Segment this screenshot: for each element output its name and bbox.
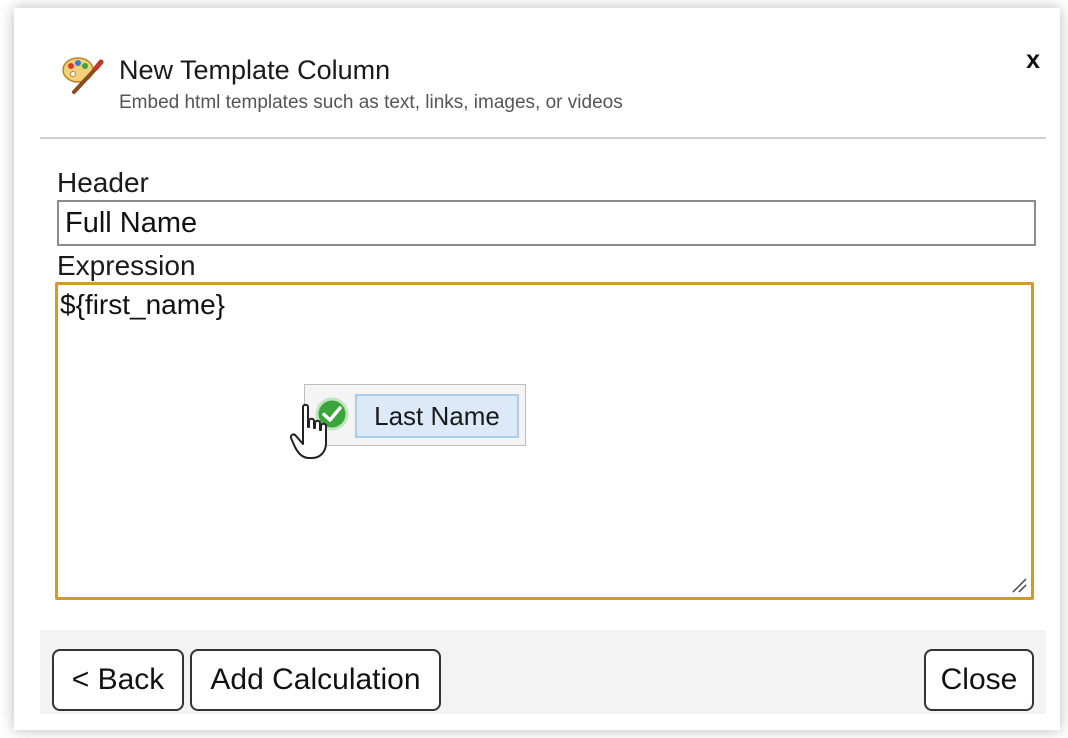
header-label: Header — [57, 167, 149, 198]
back-button[interactable]: < Back — [52, 649, 184, 711]
close-button[interactable]: Close — [924, 649, 1034, 711]
drag-token-label: Last Name — [355, 394, 519, 438]
palette-brush-icon — [62, 57, 104, 94]
expression-label: Expression — [57, 250, 196, 281]
drag-token-last-name[interactable]: Last Name — [289, 384, 526, 459]
add-calculation-button[interactable]: Add Calculation — [190, 649, 441, 711]
expression-text: ${first_name} — [60, 289, 225, 320]
new-template-column-dialog: New Template Column Embed html templates… — [40, 30, 1046, 720]
title-divider — [40, 137, 1046, 139]
dialog-footer: < Back Add Calculation Close — [40, 630, 1046, 714]
resize-grip-icon[interactable] — [1009, 575, 1027, 593]
dialog-subtitle: Embed html templates such as text, links… — [119, 92, 623, 113]
hand-cursor-icon — [289, 403, 327, 459]
header-input[interactable] — [57, 200, 1036, 246]
close-icon[interactable]: x — [1026, 46, 1040, 75]
expression-textarea[interactable]: ${first_name} Last Name — [55, 282, 1034, 600]
dialog-title: New Template Column — [119, 55, 391, 85]
